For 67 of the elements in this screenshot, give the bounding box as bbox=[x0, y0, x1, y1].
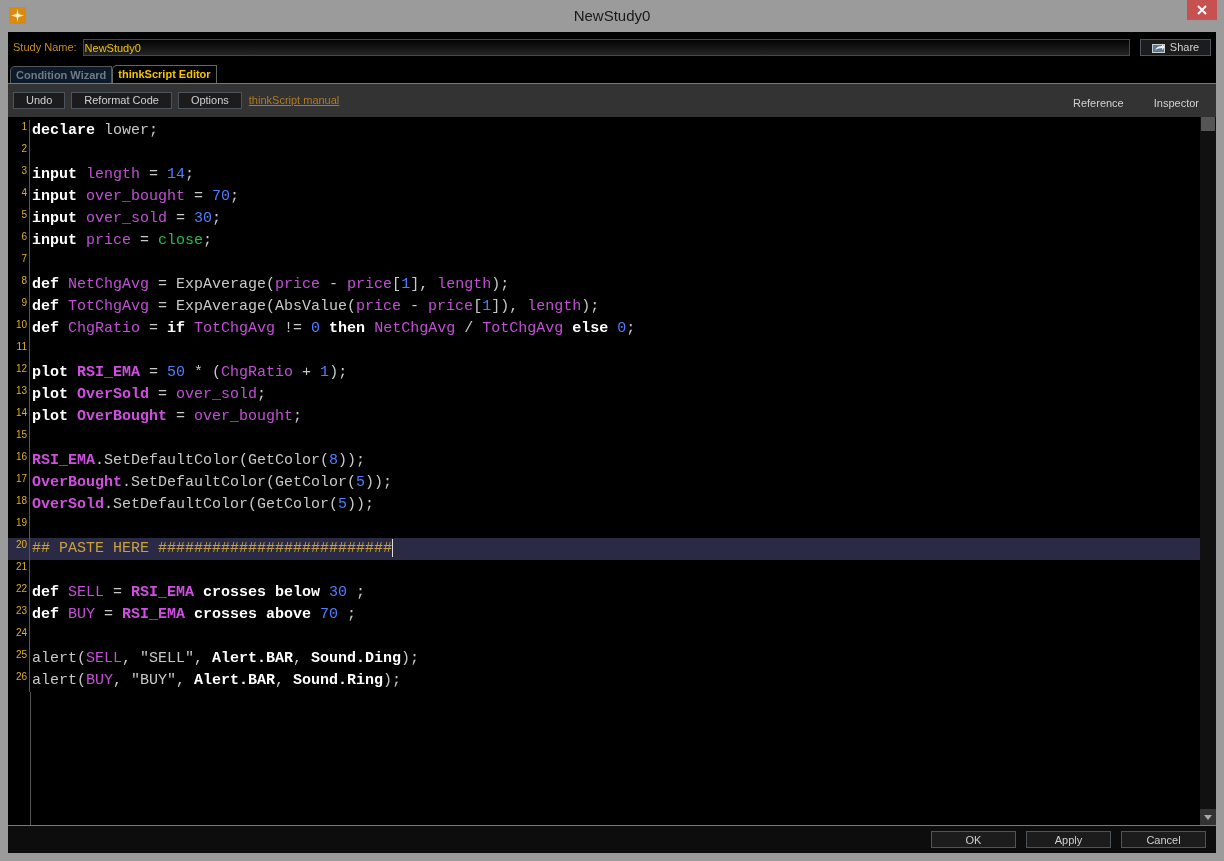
code-line: def TotChgAvg = ExpAverage(AbsValue(price - price[1]), length); bbox=[32, 297, 600, 317]
code-line: OverBought.SetDefaultColor(GetColor(5)); bbox=[32, 473, 393, 493]
manual-link[interactable]: thinkScript manual bbox=[248, 92, 340, 109]
line-number: 4 bbox=[20, 186, 28, 200]
line-number: 5 bbox=[20, 208, 28, 222]
line-number: 15 bbox=[14, 428, 28, 442]
line-number: 6 bbox=[20, 230, 28, 244]
line-number: 14 bbox=[14, 406, 28, 420]
dialog-button[interactable]: OK bbox=[931, 831, 1016, 848]
code-line: alert(BUY, "BUY", Alert.BAR, Sound.Ring); bbox=[32, 671, 402, 691]
line-number: 18 bbox=[14, 494, 28, 508]
line-number: 1 bbox=[20, 120, 28, 134]
tab[interactable]: Condition Wizard bbox=[10, 66, 113, 83]
code-line: def SELL = RSI_EMA crosses below 30 ; bbox=[32, 583, 366, 603]
line-number: 20 bbox=[14, 538, 28, 552]
share-button[interactable]: Share bbox=[1140, 39, 1211, 56]
close-button[interactable] bbox=[1187, 0, 1217, 20]
line-number: 3 bbox=[20, 164, 28, 178]
line-number: 26 bbox=[14, 670, 28, 684]
line-number: 24 bbox=[14, 626, 28, 640]
line-number: 19 bbox=[14, 516, 28, 530]
line-number: 11 bbox=[15, 340, 28, 354]
line-number: 12 bbox=[14, 362, 28, 376]
line-number: 10 bbox=[14, 318, 28, 332]
side-panel-tab[interactable]: Reference bbox=[1061, 95, 1136, 112]
window-title: NewStudy0 bbox=[573, 5, 651, 26]
code-line: input over_bought = 70; bbox=[32, 187, 240, 207]
line-number: 13 bbox=[14, 384, 28, 398]
code-line: ## PASTE HERE ########################## bbox=[32, 538, 394, 560]
line-number: 17 bbox=[14, 472, 28, 486]
code-line: input length = 14; bbox=[32, 165, 195, 185]
tab[interactable]: thinkScript Editor bbox=[112, 65, 217, 83]
toolbar-button[interactable]: Options bbox=[177, 92, 242, 109]
line-number: 7 bbox=[20, 252, 28, 266]
toolbar-button[interactable]: Undo bbox=[13, 92, 66, 109]
study-name-field[interactable]: NewStudy0 bbox=[82, 39, 1130, 56]
dialog-button[interactable]: Apply bbox=[1026, 831, 1111, 848]
app-logo-icon bbox=[9, 7, 26, 24]
code-line: alert(SELL, "SELL", Alert.BAR, Sound.Ding); bbox=[32, 649, 420, 669]
scroll-down-icon[interactable] bbox=[1204, 814, 1212, 820]
line-number: 25 bbox=[14, 648, 28, 662]
code-line: def ChgRatio = if TotChgAvg != 0 then NetChgAvg / TotChgAvg else 0; bbox=[32, 319, 636, 339]
code-line: plot RSI_EMA = 50 * (ChgRatio + 1); bbox=[32, 363, 348, 383]
line-number: 9 bbox=[20, 296, 28, 310]
line-number: 16 bbox=[14, 450, 28, 464]
line-number: 22 bbox=[14, 582, 28, 596]
dialog-button[interactable]: Cancel bbox=[1121, 831, 1206, 848]
code-line: OverSold.SetDefaultColor(GetColor(5)); bbox=[32, 495, 375, 515]
line-number: 2 bbox=[20, 142, 28, 156]
code-line: plot OverBought = over_bought; bbox=[32, 407, 303, 427]
toolbar-button[interactable]: Reformat Code bbox=[71, 92, 172, 109]
side-panel-tab[interactable]: Inspector bbox=[1141, 95, 1211, 112]
code-line: def NetChgAvg = ExpAverage(price - price[1], length); bbox=[32, 275, 510, 295]
code-line: input over_sold = 30; bbox=[32, 209, 222, 229]
code-line: input price = close; bbox=[32, 231, 213, 251]
code-line: def BUY = RSI_EMA crosses above 70 ; bbox=[32, 605, 357, 625]
line-number: 8 bbox=[20, 274, 28, 288]
line-number: 21 bbox=[14, 560, 28, 574]
close-icon bbox=[1197, 5, 1207, 15]
code-line: RSI_EMA.SetDefaultColor(GetColor(8)); bbox=[32, 451, 366, 471]
code-line: declare lower; bbox=[32, 121, 159, 141]
share-arrow-icon bbox=[1151, 42, 1166, 53]
scrollbar-thumb[interactable] bbox=[1201, 117, 1215, 131]
line-number: 23 bbox=[14, 604, 28, 618]
study-name-label: Study Name: bbox=[13, 40, 77, 56]
code-line: plot OverSold = over_sold; bbox=[32, 385, 267, 405]
scrollbar[interactable] bbox=[1200, 117, 1216, 825]
